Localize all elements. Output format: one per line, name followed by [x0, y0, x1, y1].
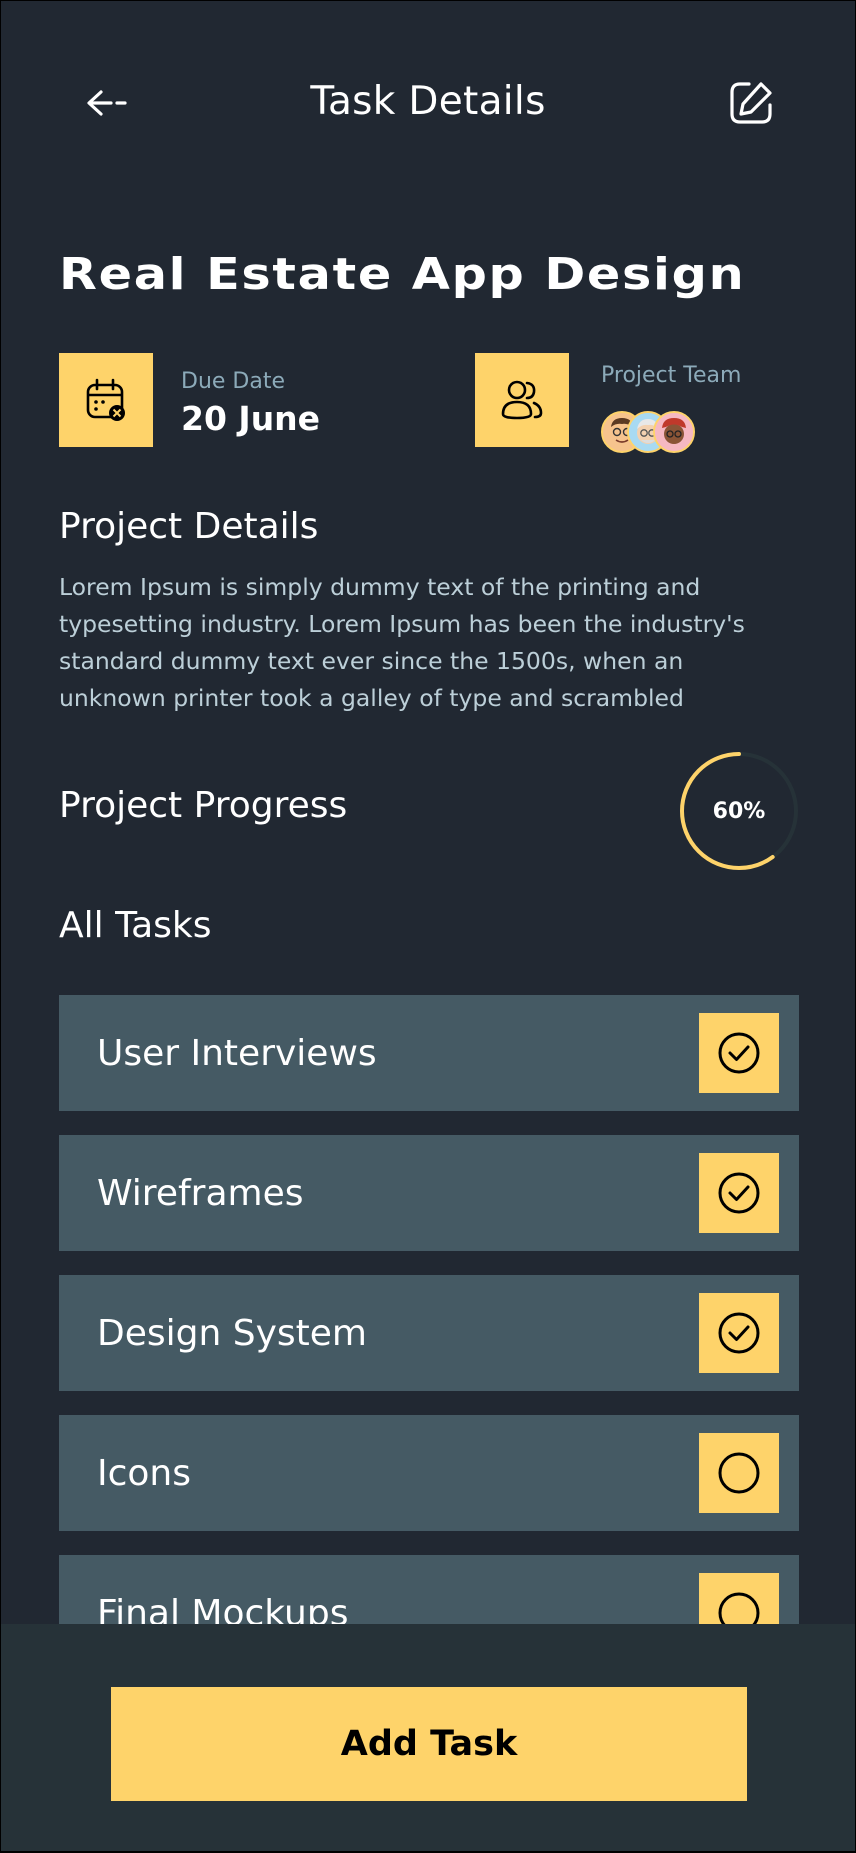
check-circle-icon — [718, 1032, 760, 1074]
avatar-3-icon — [655, 413, 693, 451]
task-label: User Interviews — [97, 1032, 377, 1074]
project-progress-heading: Project Progress — [59, 785, 348, 826]
project-team-label: Project Team — [601, 363, 742, 388]
avatar[interactable] — [653, 411, 695, 453]
task-checkbox[interactable] — [699, 1013, 779, 1093]
team-avatars[interactable] — [601, 411, 721, 453]
task-label: Design System — [97, 1312, 367, 1354]
edit-button[interactable] — [725, 77, 777, 129]
header: Task Details — [1, 1, 855, 211]
users-icon-box — [475, 353, 569, 447]
task-row[interactable]: User Interviews — [59, 995, 799, 1111]
all-tasks-heading: All Tasks — [59, 905, 212, 946]
team-info: Project Team — [601, 363, 791, 453]
project-details-heading: Project Details — [59, 506, 319, 547]
due-date-label: Due Date — [181, 369, 285, 394]
task-label: Wireframes — [97, 1172, 304, 1214]
due-date-block: Due Date 20 June — [59, 353, 359, 447]
task-list: User Interviews Wireframes Design System… — [59, 995, 799, 1695]
due-date-value: 20 June — [181, 399, 321, 438]
task-details-screen: Task Details Real Estate App Design Due … — [1, 1, 855, 1851]
task-checkbox[interactable] — [699, 1293, 779, 1373]
task-row[interactable]: Icons — [59, 1415, 799, 1531]
calendar-icon — [86, 378, 125, 421]
calendar-icon-box — [59, 353, 153, 447]
check-circle-icon — [718, 1172, 760, 1214]
task-label: Icons — [97, 1452, 192, 1494]
project-title: Real Estate App Design — [59, 249, 746, 300]
task-row[interactable]: Design System — [59, 1275, 799, 1391]
check-circle-icon — [718, 1312, 760, 1354]
project-description: Lorem Ipsum is simply dummy text of the … — [59, 573, 745, 712]
empty-circle-icon — [718, 1452, 760, 1494]
add-task-button[interactable]: Add Task — [111, 1687, 747, 1801]
task-row[interactable]: Wireframes — [59, 1135, 799, 1251]
project-team-block: Project Team — [475, 353, 795, 453]
progress-value: 60% — [712, 798, 766, 824]
task-checkbox[interactable] — [699, 1433, 779, 1513]
bottom-bar: Add Task — [1, 1624, 855, 1851]
progress-ring: 60% — [679, 751, 799, 871]
task-checkbox[interactable] — [699, 1153, 779, 1233]
users-icon — [501, 380, 543, 420]
edit-icon — [730, 82, 772, 124]
